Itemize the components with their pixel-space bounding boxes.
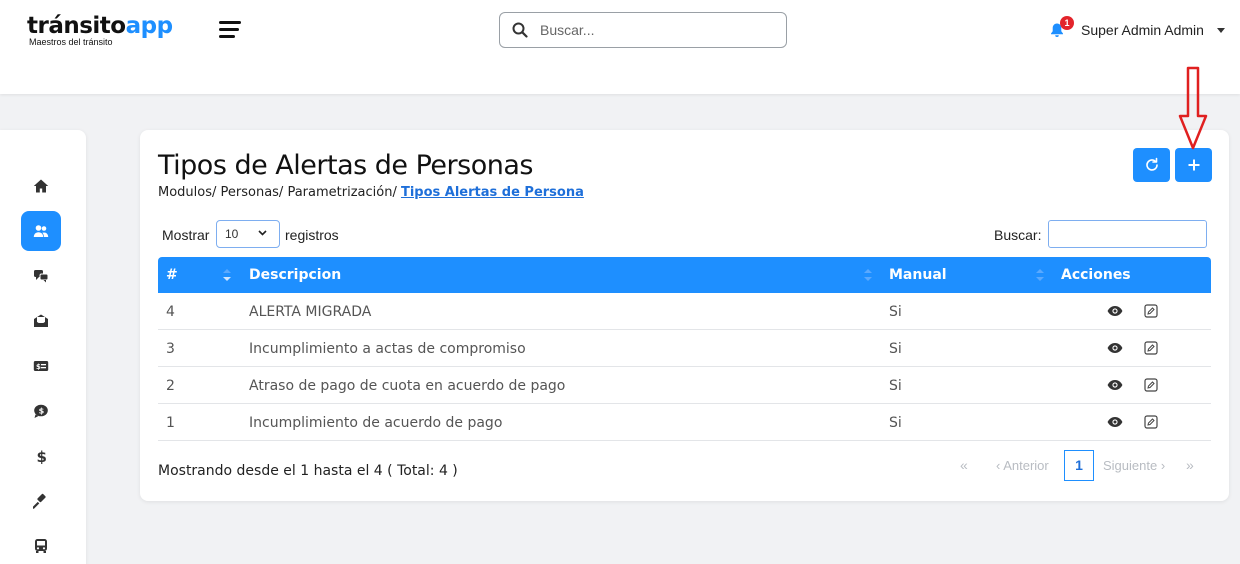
svg-text:$: $ bbox=[39, 407, 45, 416]
logo-text-blue: app bbox=[125, 13, 173, 39]
logo-text-dark: tránsito bbox=[27, 13, 126, 39]
top-bar: tránsitoapp Maestros del tránsito 1 Supe… bbox=[0, 0, 1240, 94]
table-search-input[interactable] bbox=[1048, 220, 1207, 248]
plus-icon bbox=[1188, 159, 1199, 171]
main-card: Tipos de Alertas de Personas Modulos/ Pe… bbox=[140, 130, 1229, 501]
breadcrumb: Modulos/ Personas/ Parametrización/ Tipo… bbox=[158, 185, 584, 200]
table-search-label: Buscar: bbox=[994, 227, 1042, 243]
sidebar-item-transport[interactable] bbox=[21, 526, 61, 564]
table-row: 2 Atraso de pago de cuota en acuerdo de … bbox=[158, 367, 1211, 404]
cell-manual: Si bbox=[889, 378, 902, 394]
show-label: Mostrar bbox=[162, 227, 210, 243]
home-icon bbox=[33, 179, 49, 193]
cell-num: 3 bbox=[166, 341, 175, 357]
global-search[interactable] bbox=[499, 12, 787, 48]
table-row: 3 Incumplimiento a actas de compromiso S… bbox=[158, 330, 1211, 367]
cell-num: 2 bbox=[166, 378, 175, 394]
sort-desc-icon[interactable] bbox=[222, 267, 232, 283]
column-header-manual[interactable]: Manual bbox=[889, 267, 947, 283]
breadcrumb-current-link[interactable]: Tipos Alertas de Persona bbox=[401, 185, 584, 200]
svg-text:$: $ bbox=[37, 448, 47, 464]
sidebar-item-chat[interactable] bbox=[21, 256, 61, 296]
cell-num: 1 bbox=[166, 415, 175, 431]
column-header-num[interactable]: # bbox=[166, 267, 178, 283]
alerts-table: # Descripcion Manual Acciones 4 ALERTA M… bbox=[158, 257, 1211, 441]
search-icon bbox=[512, 22, 528, 38]
svg-text:$: $ bbox=[36, 363, 41, 371]
records-label: registros bbox=[285, 227, 339, 243]
sidebar-item-personas[interactable] bbox=[21, 211, 61, 251]
sidebar-item-cards[interactable]: $ bbox=[21, 346, 61, 386]
view-eye-icon[interactable] bbox=[1107, 304, 1123, 318]
sidebar: $ $ $ bbox=[0, 130, 86, 564]
cell-num: 4 bbox=[166, 304, 175, 320]
table-row: 4 ALERTA MIGRADA Si bbox=[158, 293, 1211, 330]
pagination-last[interactable]: » bbox=[1186, 457, 1194, 488]
cell-manual: Si bbox=[889, 341, 902, 357]
notification-badge: 1 bbox=[1060, 16, 1074, 30]
sort-icon[interactable] bbox=[1035, 267, 1045, 283]
cell-manual: Si bbox=[889, 304, 902, 320]
pagination-previous[interactable]: ‹ Anterior bbox=[996, 458, 1049, 489]
table-row: 1 Incumplimiento de acuerdo de pago Si bbox=[158, 404, 1211, 441]
gavel-icon bbox=[33, 493, 46, 509]
mail-open-icon bbox=[34, 314, 48, 327]
cell-manual: Si bbox=[889, 415, 902, 431]
view-eye-icon[interactable] bbox=[1107, 378, 1123, 392]
page-title: Tipos de Alertas de Personas bbox=[158, 150, 533, 181]
pagination-current-page[interactable]: 1 bbox=[1064, 450, 1094, 481]
pagination-next[interactable]: Siguiente › bbox=[1103, 458, 1165, 489]
pagination-first[interactable]: « bbox=[960, 457, 968, 488]
caret-down-icon[interactable] bbox=[1217, 28, 1225, 33]
edit-icon[interactable] bbox=[1143, 304, 1159, 318]
sidebar-item-legal[interactable] bbox=[21, 481, 61, 521]
breadcrumb-path: Modulos/ Personas/ Parametrización/ bbox=[158, 185, 401, 200]
global-search-input[interactable] bbox=[540, 19, 776, 41]
sidebar-item-mail[interactable] bbox=[21, 301, 61, 341]
chevron-down-icon bbox=[258, 230, 267, 236]
table-info: Mostrando desde el 1 hasta el 4 ( Total:… bbox=[158, 463, 458, 479]
column-header-actions: Acciones bbox=[1061, 267, 1131, 283]
refresh-icon bbox=[1145, 157, 1158, 171]
app-logo[interactable]: tránsitoapp Maestros del tránsito bbox=[27, 12, 173, 47]
page-size-value: 10 bbox=[225, 227, 239, 241]
annotation-arrow-down-icon bbox=[1178, 66, 1208, 150]
user-menu[interactable]: Super Admin Admin bbox=[1081, 22, 1204, 38]
sidebar-item-payments-chat[interactable]: $ bbox=[21, 391, 61, 431]
bus-icon bbox=[35, 539, 47, 553]
edit-icon[interactable] bbox=[1143, 415, 1159, 429]
view-eye-icon[interactable] bbox=[1107, 415, 1123, 429]
comment-dollar-icon: $ bbox=[34, 404, 48, 418]
column-header-description[interactable]: Descripcion bbox=[249, 267, 341, 283]
add-button[interactable] bbox=[1175, 148, 1212, 182]
cell-description: Incumplimiento de acuerdo de pago bbox=[249, 415, 503, 431]
users-icon bbox=[33, 225, 49, 237]
id-card-icon: $ bbox=[33, 361, 49, 371]
page-size-select[interactable]: 10 bbox=[216, 220, 280, 248]
table-header: # Descripcion Manual Acciones bbox=[158, 257, 1211, 293]
cell-description: ALERTA MIGRADA bbox=[249, 304, 372, 320]
cell-description: Atraso de pago de cuota en acuerdo de pa… bbox=[249, 378, 566, 394]
sidebar-item-home[interactable] bbox=[21, 166, 61, 206]
cell-description: Incumplimiento a actas de compromiso bbox=[249, 341, 526, 357]
logo-text: tránsitoapp bbox=[27, 12, 173, 40]
refresh-button[interactable] bbox=[1133, 148, 1170, 182]
view-eye-icon[interactable] bbox=[1107, 341, 1123, 355]
sidebar-item-finance[interactable]: $ bbox=[21, 436, 61, 476]
chat-icon bbox=[34, 270, 49, 283]
edit-icon[interactable] bbox=[1143, 378, 1159, 392]
edit-icon[interactable] bbox=[1143, 341, 1159, 355]
sort-icon[interactable] bbox=[863, 267, 873, 283]
menu-toggle-icon[interactable] bbox=[219, 21, 241, 39]
dollar-icon: $ bbox=[37, 448, 47, 464]
